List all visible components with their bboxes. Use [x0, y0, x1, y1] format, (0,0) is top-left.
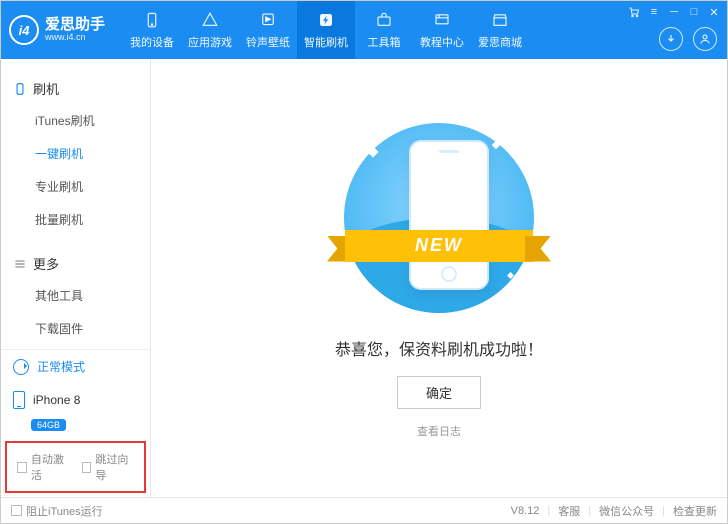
checkbox-icon [82, 462, 92, 473]
sidebar-item[interactable]: 下载固件 [1, 312, 150, 345]
store-icon [490, 10, 510, 30]
close-button[interactable]: ✕ [707, 5, 721, 19]
flash-section-icon [13, 82, 27, 96]
tutorial-icon [432, 10, 452, 30]
top-tab-6[interactable]: 爱思商城 [471, 1, 529, 59]
skip-guide-checkbox[interactable]: 跳过向导 [82, 451, 135, 483]
block-itunes-label: 阻止iTunes运行 [26, 503, 103, 519]
top-tab-label: 工具箱 [368, 34, 401, 50]
top-tab-4[interactable]: 工具箱 [355, 1, 413, 59]
device-mode-label: 正常模式 [37, 358, 85, 375]
sidebar-item[interactable]: 其他工具 [1, 279, 150, 312]
maximize-button[interactable]: □ [687, 5, 701, 19]
main-content: NEW 恭喜您，保资料刷机成功啦！ 确定 查看日志 [151, 59, 727, 497]
sidebar: 刷机iTunes刷机一键刷机专业刷机批量刷机更多其他工具下载固件高级功能 正常模… [1, 59, 151, 497]
sidebar-item[interactable]: iTunes刷机 [1, 104, 150, 137]
support-link[interactable]: 客服 [558, 503, 580, 519]
menu-button[interactable]: ≡ [647, 5, 661, 19]
flash-icon [316, 10, 336, 30]
status-bar: 阻止iTunes运行 V8.12 | 客服 | 微信公众号 | 检查更新 [1, 497, 727, 523]
top-tab-3[interactable]: 智能刷机 [297, 1, 355, 59]
top-tab-label: 我的设备 [130, 34, 174, 50]
ribbon-text: NEW [345, 230, 533, 262]
top-tab-1[interactable]: 应用游戏 [181, 1, 239, 59]
apps-icon [200, 10, 220, 30]
top-tab-0[interactable]: 我的设备 [123, 1, 181, 59]
minimize-button[interactable]: ─ [667, 5, 681, 19]
cart-button[interactable] [627, 5, 641, 19]
sidebar-item[interactable]: 专业刷机 [1, 170, 150, 203]
check-update-link[interactable]: 检查更新 [673, 503, 717, 519]
top-tab-label: 应用游戏 [188, 34, 232, 50]
device-icon [142, 10, 162, 30]
app-logo: i4 爱思助手 www.i4.cn [9, 15, 117, 45]
ok-button[interactable]: 确定 [397, 376, 481, 409]
block-itunes-checkbox[interactable]: 阻止iTunes运行 [11, 503, 103, 519]
checkbox-icon [17, 462, 27, 473]
auto-activate-checkbox[interactable]: 自动激活 [17, 451, 70, 483]
app-header: i4 爱思助手 www.i4.cn 我的设备应用游戏铃声壁纸智能刷机 工具箱 教程中… [1, 1, 727, 59]
music-icon [258, 10, 278, 30]
options-highlight-box: 自动激活 跳过向导 [5, 441, 146, 493]
storage-badge: 64GB [31, 419, 66, 431]
top-tab-label: 铃声壁纸 [246, 34, 290, 50]
new-ribbon: NEW [327, 224, 551, 268]
more-section-icon [13, 257, 27, 271]
auto-activate-label: 自动激活 [31, 451, 70, 483]
user-button[interactable] [693, 27, 717, 51]
checkbox-icon [11, 505, 22, 516]
top-tab-label: 教程中心 [420, 34, 464, 50]
download-button[interactable] [659, 27, 683, 51]
success-illustration: NEW [339, 118, 539, 318]
top-tab-2[interactable]: 铃声壁纸 [239, 1, 297, 59]
device-name: iPhone 8 [33, 393, 80, 407]
success-message: 恭喜您，保资料刷机成功啦！ [335, 336, 543, 360]
skip-guide-label: 跳过向导 [95, 451, 134, 483]
app-title: 爱思助手 [45, 17, 105, 34]
top-tab-label: 智能刷机 [304, 34, 348, 50]
device-info[interactable]: iPhone 8 [1, 383, 150, 417]
sidebar-item[interactable]: 一键刷机 [1, 137, 150, 170]
version-label: V8.12 [511, 505, 540, 517]
top-tab-label: 爱思商城 [478, 34, 522, 50]
toolbox-icon [374, 10, 394, 30]
sidebar-section-title: 刷机 [33, 79, 59, 98]
view-log-link[interactable]: 查看日志 [417, 423, 461, 439]
window-controls: ≡ ─ □ ✕ [627, 5, 721, 19]
refresh-icon [13, 359, 29, 375]
wechat-link[interactable]: 微信公众号 [599, 503, 654, 519]
sidebar-section-header[interactable]: 刷机 [1, 73, 150, 104]
sidebar-section-title: 更多 [33, 254, 59, 273]
top-tab-5[interactable]: 教程中心 [413, 1, 471, 59]
device-mode[interactable]: 正常模式 [1, 350, 150, 383]
logo-icon: i4 [9, 15, 39, 45]
sidebar-section-header[interactable]: 更多 [1, 248, 150, 279]
sidebar-item[interactable]: 批量刷机 [1, 203, 150, 236]
phone-icon [13, 391, 25, 409]
app-subtitle: www.i4.cn [45, 33, 105, 43]
top-tabs: 我的设备应用游戏铃声壁纸智能刷机 工具箱 教程中心爱思商城 [123, 1, 529, 59]
